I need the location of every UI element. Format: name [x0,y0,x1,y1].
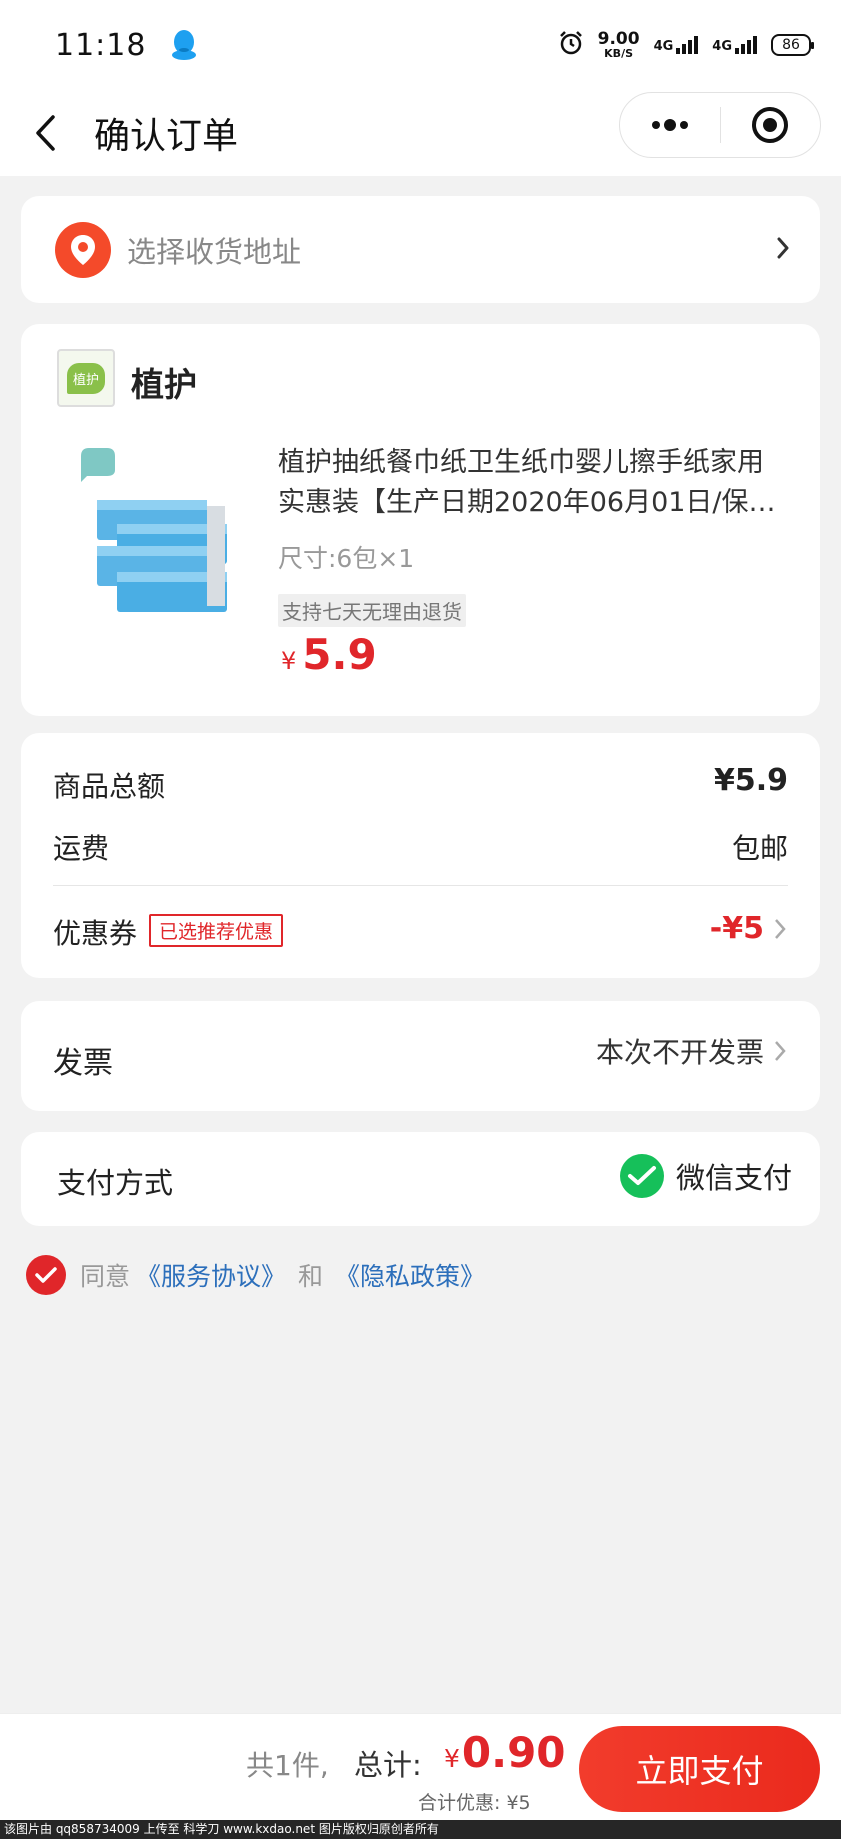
chevron-right-icon [775,918,786,939]
signal-bars-icon [735,36,757,54]
shipping-label: 运费 [53,832,110,865]
pay-now-button[interactable]: 立即支付 [579,1726,820,1812]
divider [53,885,788,886]
status-bar: 11:18 9.00 KB/S 4G 4G 86 [0,0,841,90]
wechat-pay-icon [619,1154,664,1198]
checkout-bar: 共1件, 总计: ¥ 0.90 合计优惠: ¥5 立即支付 [0,1713,841,1820]
invoice-label: 发票 [53,1046,113,1081]
total-price: ¥ 0.90 [444,1728,566,1777]
product-image[interactable] [67,442,253,628]
coupon-badge: 已选推荐优惠 [149,914,284,947]
watermark: 该图片由 qq858734009 上传至 科学刀 www.kxdao.net 图… [0,1820,841,1839]
payment-method-row[interactable]: 支付方式 微信支付 [21,1132,820,1226]
location-pin-icon [55,221,111,278]
address-selector[interactable]: 选择收货地址 [21,196,820,303]
service-agreement-link[interactable]: 《服务协议》 [136,1257,286,1293]
product-card: 植护 植护 植护抽纸餐巾纸卫生纸巾婴儿擦手纸家用 实惠装【生产日期2020年06… [21,324,820,716]
agreement-row: 同意 《服务协议》 和 《隐私政策》 [26,1255,491,1295]
agree-and: 和 [298,1262,324,1291]
order-summary: 商品总额 ¥5.9 运费 包邮 优惠券 已选推荐优惠 -¥5 [21,733,820,978]
chevron-right-icon [776,236,790,264]
product-price: ¥ 5.9 [281,630,377,679]
total-label: 商品总额 [53,770,166,803]
chevron-left-icon [36,115,55,151]
signal-bars-icon [676,36,699,54]
product-title[interactable]: 植护抽纸餐巾纸卫生纸巾婴儿擦手纸家用 实惠装【生产日期2020年06月01日/保… [278,443,798,523]
checkbox-checked-icon[interactable] [26,1255,66,1295]
status-indicators: 9.00 KB/S 4G 4G 86 [558,29,814,60]
status-time: 11:18 [55,27,147,63]
more-button[interactable] [620,93,720,157]
more-dots-icon [651,119,688,131]
chevron-right-icon [775,1041,786,1061]
payment-method: 微信支付 [619,1154,792,1198]
agree-prefix: 同意 [80,1262,131,1291]
nav-bar: 确认订单 [0,90,841,176]
payment-label: 支付方式 [57,1166,174,1200]
target-circle-icon [752,107,789,143]
shipping-value: 包邮 [731,832,788,865]
coupon-label: 优惠券 [53,917,138,950]
invoice-row[interactable]: 发票 本次不开发票 [21,1001,820,1111]
product-spec: 尺寸:6包×1 [278,544,415,573]
page-title: 确认订单 [94,116,239,157]
total-label: 总计: [354,1748,422,1782]
discount-text: 合计优惠: ¥5 [418,1792,531,1814]
battery-icon: 86 [771,34,814,56]
alarm-icon [558,30,584,60]
address-placeholder: 选择收货地址 [127,234,302,269]
shop-logo: 植护 [57,349,115,407]
miniprogram-capsule [619,92,821,158]
qq-penguin-icon [170,28,198,62]
close-miniprogram-button[interactable] [721,93,821,157]
shop-name: 植护 [131,365,197,404]
invoice-value: 本次不开发票 [596,1031,786,1071]
signal-2: 4G [712,36,757,54]
total-value: ¥5.9 [713,763,788,798]
signal-1: 4G [654,36,699,54]
return-policy-tag: 支持七天无理由退货 [278,594,466,627]
coupon-selector[interactable]: -¥5 [710,911,786,946]
network-speed: 9.00 KB/S [597,29,640,60]
back-button[interactable] [6,93,86,173]
privacy-policy-link[interactable]: 《隐私政策》 [335,1257,485,1293]
item-count: 共1件, [246,1749,329,1782]
coupon-value: -¥5 [709,911,764,946]
